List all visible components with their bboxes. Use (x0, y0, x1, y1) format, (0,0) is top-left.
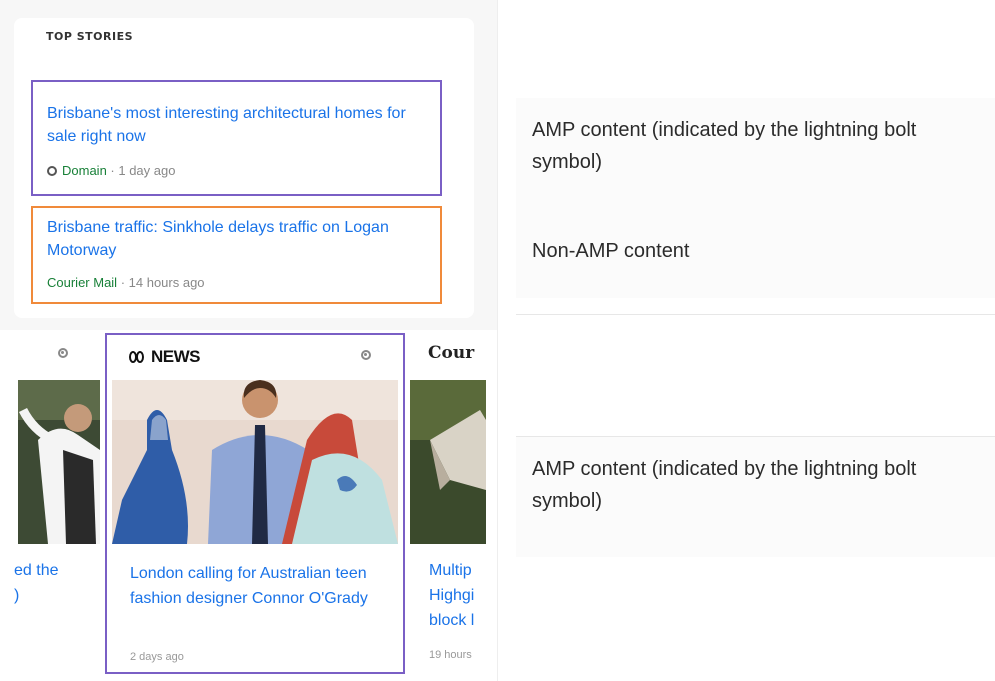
legend-amp-top: AMP content (indicated by the lightning … (516, 98, 995, 298)
legend-amp-text: AMP content (indicated by the lightning … (532, 458, 917, 512)
story-time: 1 day ago (118, 163, 176, 178)
search-results-panel: TOP STORIES Brisbane's most interesting … (0, 0, 497, 681)
top-story-non-amp[interactable]: Brisbane traffic: Sinkhole delays traffi… (31, 206, 442, 304)
publisher-name: NEWS (151, 347, 201, 366)
caption-line: Highgi (429, 587, 475, 604)
legend-amp-bottom: AMP content (indicated by the lightning … (516, 437, 995, 557)
panel-divider (497, 0, 498, 681)
settings-icon[interactable] (361, 350, 371, 360)
legend-divider (516, 314, 995, 315)
news-card-time: 2 days ago (130, 651, 184, 663)
caption-line: ed the (14, 562, 59, 579)
caption-line: ​) (14, 587, 20, 604)
carousel-card-time: 19 hours (429, 649, 472, 661)
story-separator: · (106, 163, 119, 178)
story-time: 14 hours ago (128, 275, 205, 290)
courier-mail-logo: Cour (428, 343, 475, 363)
carousel-card-image (18, 380, 100, 544)
story-meta: Courier Mail · 14 hours ago (47, 275, 205, 290)
carousel-card-abc-news[interactable]: NEWS London calling for Australian teen … (105, 333, 405, 674)
carousel-card-left[interactable]: ed the ​) (0, 330, 100, 681)
carousel-card-image (410, 380, 486, 544)
settings-icon[interactable] (58, 348, 68, 358)
caption-line: Multip (429, 562, 472, 579)
news-card-image (112, 380, 398, 544)
story-headline[interactable]: Brisbane's most interesting architectura… (47, 102, 426, 148)
abc-news-logo: NEWS (129, 347, 201, 367)
story-meta: Domain · 1 day ago (47, 163, 175, 178)
legend-amp-text: AMP content (indicated by the lightning … (532, 119, 917, 173)
story-headline[interactable]: Brisbane traffic: Sinkhole delays traffi… (47, 216, 426, 262)
story-separator: · (117, 275, 129, 290)
domain-logo-icon (47, 166, 57, 176)
legend-non-amp-text: Non-AMP content (532, 240, 690, 262)
carousel-card-caption[interactable]: Multip Highgi block l (429, 558, 474, 633)
story-source: Courier Mail (47, 275, 118, 290)
abc-logo-icon (129, 351, 147, 363)
story-source: Domain (62, 163, 107, 178)
carousel-card-caption[interactable]: ed the ​) (14, 558, 58, 608)
carousel-card-right[interactable]: Cour Multip Highgi block l 19 hours (410, 330, 497, 681)
top-story-amp[interactable]: Brisbane's most interesting architectura… (31, 80, 442, 196)
news-card-caption[interactable]: London calling for Australian teen fashi… (130, 561, 370, 611)
caption-line: block l (429, 612, 475, 629)
top-stories-title: TOP STORIES (46, 30, 134, 43)
